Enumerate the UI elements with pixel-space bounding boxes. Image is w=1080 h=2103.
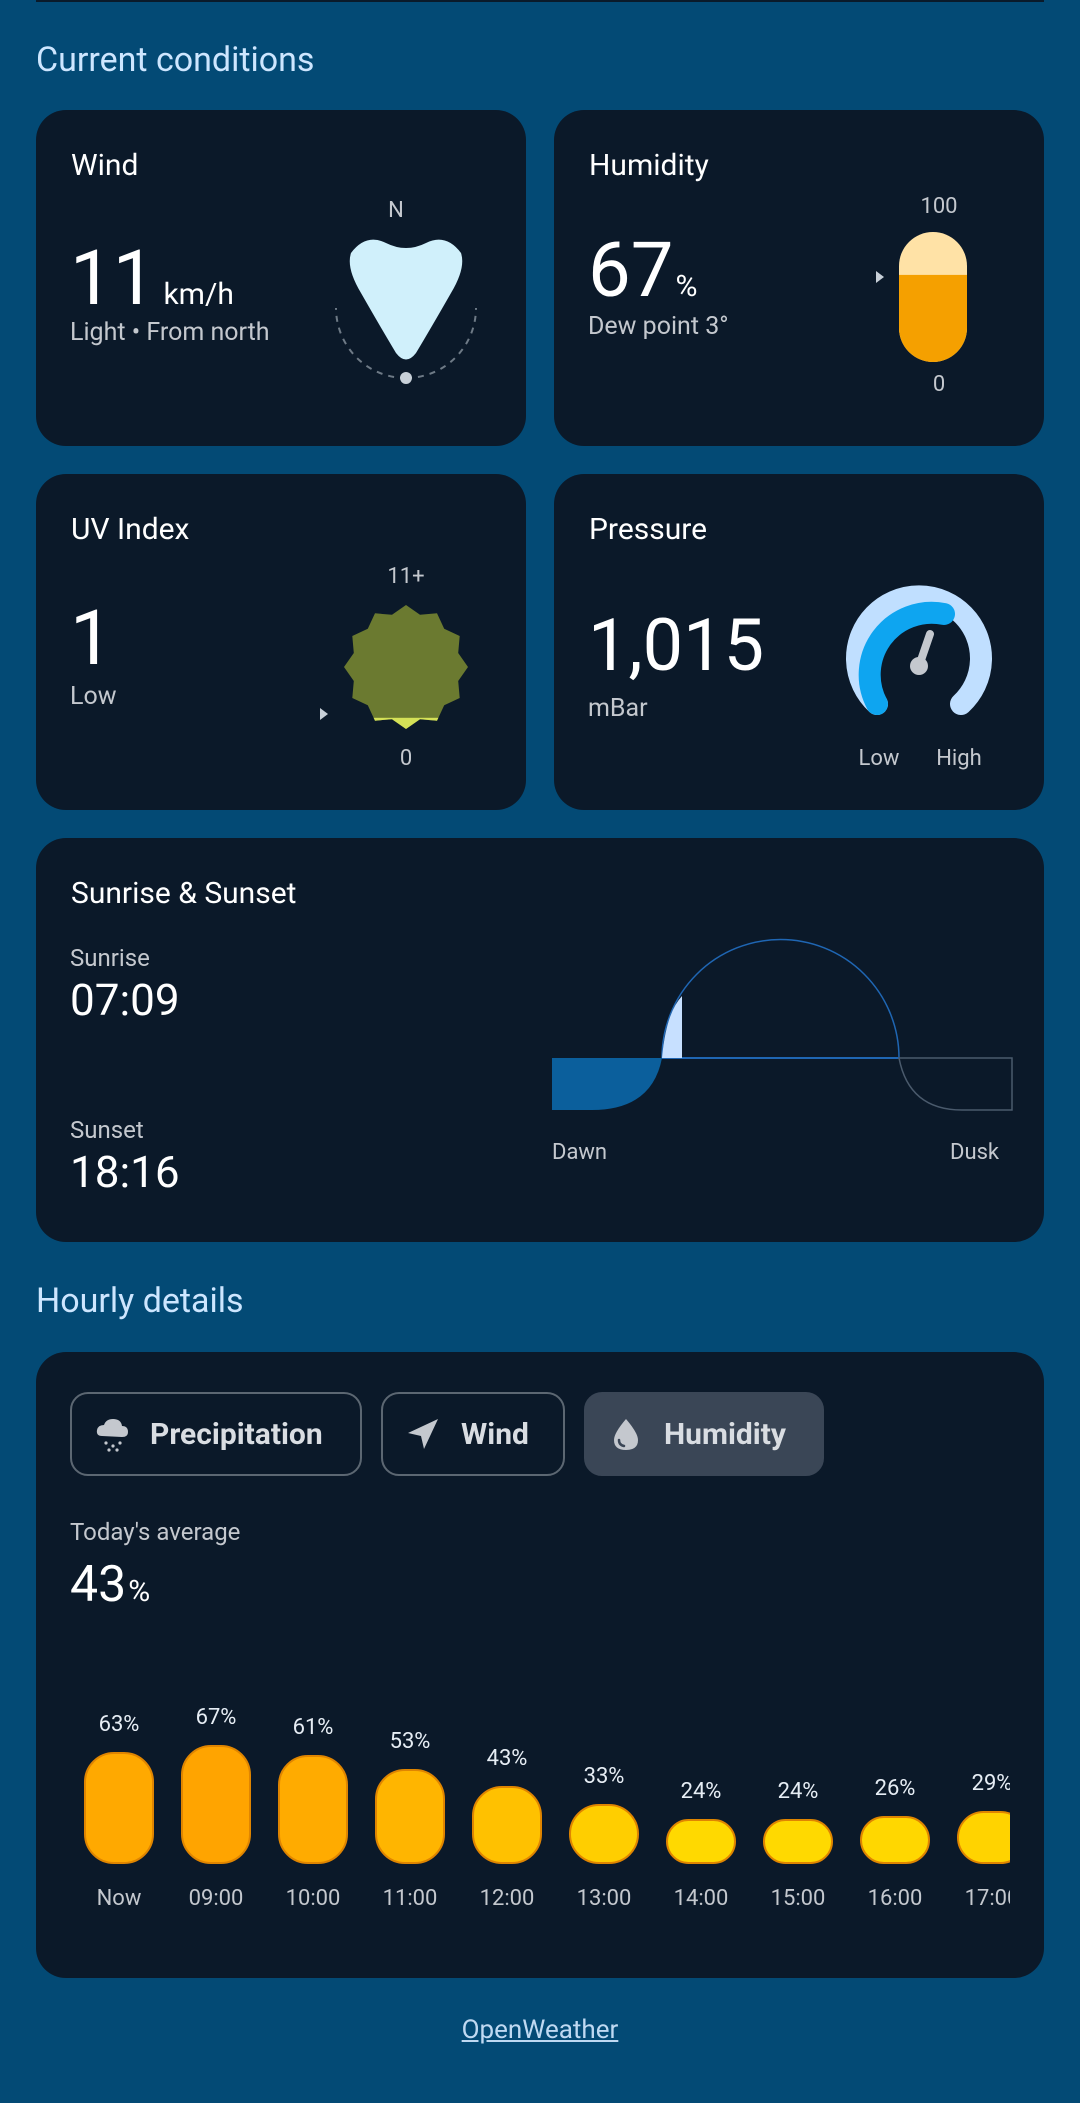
- pressure-title: Pressure: [589, 512, 708, 547]
- uv-value: 1: [70, 593, 113, 683]
- sunrise-label: Sunrise: [70, 944, 150, 972]
- hour-label: 15:00: [770, 1886, 826, 1911]
- wind-direction-icon: [335, 239, 477, 384]
- hour-label: 17:00: [964, 1886, 1010, 1911]
- hour-label: 16:00: [867, 1886, 923, 1911]
- humidity-bar: [472, 1786, 542, 1864]
- hourly-details-card: Precipitation Wind Humidity Today's aver…: [36, 1352, 1044, 1978]
- humidity-percent-label: 67%: [195, 1705, 237, 1731]
- humidity-unit: %: [675, 269, 698, 304]
- hourly-humidity-chart: 63% Now 67% 09:00 61% 10:00 53% 11:00 43% 12:00 33…: [36, 1352, 1010, 1978]
- uv-index-card[interactable]: UV Index 1 Low 11+ 0: [36, 474, 526, 810]
- current-conditions-title: Current conditions: [36, 40, 315, 80]
- humidity-percent-label: 43%: [486, 1746, 528, 1772]
- hour-label: 14:00: [673, 1886, 729, 1911]
- uv-scale-top: 11+: [387, 564, 425, 589]
- hour-label: 12:00: [479, 1886, 535, 1911]
- humidity-percent-label: 33%: [583, 1763, 625, 1789]
- wind-value: 11: [70, 233, 156, 323]
- hour-label: 10:00: [285, 1886, 341, 1911]
- wind-card[interactable]: Wind 11 km/h Light • From north N: [36, 110, 526, 446]
- hour-label: 11:00: [382, 1886, 438, 1911]
- compass-north-label: N: [388, 198, 404, 223]
- wind-value-row: 11 km/h: [70, 240, 234, 316]
- wind-title: Wind: [71, 148, 139, 183]
- humidity-scale-top: 100: [920, 194, 958, 219]
- humidity-gauge: [899, 232, 967, 362]
- uv-level-text: Low: [70, 682, 117, 711]
- pressure-unit: mBar: [588, 694, 648, 723]
- uv-scale-bottom: 0: [399, 746, 413, 771]
- humidity-bar: [763, 1819, 833, 1864]
- humidity-value-row: 67%: [588, 232, 697, 308]
- humidity-percent-label: 29%: [971, 1770, 1010, 1796]
- openweather-link[interactable]: OpenWeather: [0, 2015, 1080, 2045]
- sunrise-sunset-card[interactable]: Sunrise & Sunset Sunrise 07:09 Sunset 18…: [36, 838, 1044, 1242]
- wind-description: Light • From north: [70, 318, 270, 347]
- humidity-bar: [666, 1819, 736, 1864]
- pressure-value: 1,015: [588, 603, 765, 688]
- pressure-card[interactable]: Pressure 1,015 mBar Low High: [554, 474, 1044, 810]
- sunset-time: 18:16: [70, 1146, 180, 1198]
- sunrise-time: 07:09: [70, 974, 180, 1026]
- humidity-pointer-icon: [876, 271, 884, 283]
- humidity-value: 67: [588, 225, 674, 315]
- hour-label: 13:00: [576, 1886, 632, 1911]
- top-card-edge: [36, 0, 1044, 2]
- humidity-percent-label: 24%: [777, 1779, 819, 1805]
- dusk-label: Dusk: [950, 1140, 1000, 1165]
- humidity-bar: [860, 1815, 930, 1864]
- humidity-scale-bottom: 0: [932, 372, 946, 397]
- humidity-bar: [569, 1803, 639, 1864]
- uv-sun-gauge-icon: [344, 605, 468, 729]
- pressure-gauge-icon: [846, 585, 992, 715]
- humidity-percent-label: 24%: [680, 1779, 722, 1805]
- humidity-bar: [84, 1752, 154, 1864]
- humidity-title: Humidity: [589, 148, 709, 183]
- dew-point-text: Dew point 3°: [588, 312, 729, 341]
- humidity-percent-label: 61%: [292, 1715, 334, 1741]
- sun-title: Sunrise & Sunset: [71, 876, 297, 911]
- humidity-percent-label: 63%: [98, 1712, 140, 1738]
- hour-label: Now: [96, 1886, 142, 1911]
- sunset-label: Sunset: [70, 1116, 144, 1144]
- humidity-percent-label: 26%: [874, 1775, 916, 1801]
- humidity-card[interactable]: Humidity 67% Dew point 3° 100 0: [554, 110, 1044, 446]
- pressure-low-label: Low: [858, 746, 900, 771]
- uv-title: UV Index: [71, 512, 190, 547]
- hourly-details-title: Hourly details: [36, 1281, 244, 1321]
- hour-label: 09:00: [188, 1886, 244, 1911]
- humidity-percent-label: 53%: [389, 1729, 431, 1755]
- daylight-elapsed: [662, 996, 682, 1058]
- dawn-label: Dawn: [552, 1140, 608, 1165]
- pressure-high-label: High: [936, 746, 982, 771]
- wind-unit: km/h: [163, 277, 234, 312]
- humidity-bar: [181, 1745, 251, 1864]
- night-before-dawn: [552, 1058, 662, 1110]
- humidity-bar: [375, 1769, 445, 1864]
- sun-path-chart: [552, 938, 1013, 1111]
- uv-pointer-icon: [320, 708, 328, 720]
- humidity-bar: [957, 1810, 1010, 1864]
- humidity-bar: [278, 1755, 348, 1864]
- night-after-dusk: [898, 1057, 1013, 1111]
